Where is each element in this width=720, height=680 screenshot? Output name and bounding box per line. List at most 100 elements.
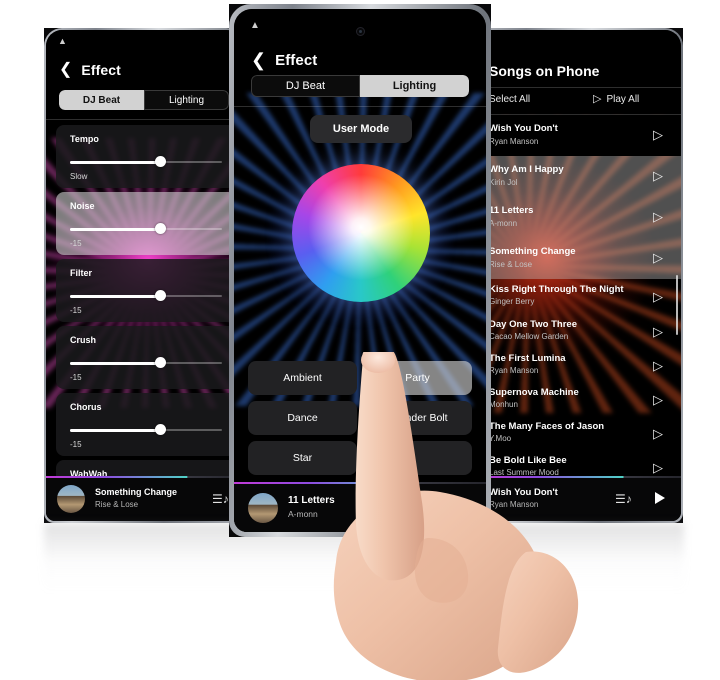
song-row[interactable]: The Many Faces of Jason Y.Moo ▷	[475, 417, 681, 451]
song-title: Supernova Machine	[489, 387, 579, 398]
playlist-icon[interactable]: ☰♪	[615, 493, 632, 505]
screenshot-stage: ▲ ❮ Effect DJ Beat Lighting Tempo Slow N…	[0, 0, 720, 680]
scrollbar-thumb[interactable]	[676, 275, 678, 335]
mode-button-thunder-bolt[interactable]: Thunder Bolt	[363, 401, 472, 435]
play-icon[interactable]: ▷	[653, 325, 663, 338]
effect-value: -15	[70, 306, 82, 315]
slider-knob[interactable]	[155, 424, 166, 435]
song-artist: Rise & Lose	[489, 260, 533, 269]
right-title-divider	[475, 87, 681, 88]
slider-fill	[70, 361, 160, 365]
effect-value: -15	[70, 440, 82, 449]
song-artist: A-monn	[489, 219, 518, 228]
mode-button-empty[interactable]	[363, 441, 472, 475]
play-icon[interactable]: ▷	[653, 393, 663, 406]
play-icon[interactable]: ▷	[653, 359, 663, 372]
effect-value: Slow	[70, 172, 88, 181]
center-tab-lighting[interactable]: Lighting	[360, 75, 469, 97]
play-icon[interactable]: ▷	[653, 251, 663, 264]
play-icon[interactable]	[459, 500, 470, 514]
left-tab-dj-beat[interactable]: DJ Beat	[59, 90, 144, 110]
mode-button-party[interactable]: Party	[363, 361, 472, 395]
left-progress-bar[interactable]	[46, 476, 242, 478]
mode-button-star[interactable]: Star	[248, 441, 357, 475]
play-icon: ▷	[593, 93, 602, 105]
effect-card-noise[interactable]: Noise -15	[56, 192, 236, 255]
lighting-mode-grid: Ambient Party Dance Thunder Bolt Star	[248, 361, 472, 475]
song-artist: Ryan Manson	[489, 137, 539, 146]
center-page-title: Effect	[275, 51, 318, 69]
center-tab-dj-beat[interactable]: DJ Beat	[251, 75, 360, 97]
effect-label: Filter	[70, 268, 93, 278]
slider-fill	[70, 160, 160, 164]
song-title: Kiss Right Through The Night	[489, 284, 624, 295]
slider-knob[interactable]	[155, 223, 166, 234]
play-icon[interactable]: ▷	[653, 169, 663, 182]
center-now-playing-bar[interactable]: 11 Letters A-monn	[234, 482, 486, 532]
play-icon[interactable]: ▷	[653, 128, 663, 141]
left-app-bar: ❮ Effect	[59, 60, 242, 80]
mode-button-ambient[interactable]: Ambient	[248, 361, 357, 395]
back-chevron-icon[interactable]: ❮	[59, 62, 72, 78]
slider-fill	[70, 294, 160, 298]
song-row[interactable]: Supernova Machine Monhun ▷	[475, 383, 681, 417]
color-wheel[interactable]	[292, 164, 430, 302]
song-row[interactable]: Wish You Don't Ryan Manson ▷	[475, 115, 681, 156]
center-header-divider	[234, 106, 486, 107]
right-now-playing-bar[interactable]: Wish You Don't Ryan Manson ☰♪	[475, 476, 681, 521]
song-row[interactable]: 11 Letters A-monn ▷	[475, 197, 681, 238]
right-phone: Songs on Phone Select All ▷ Play All Wis…	[473, 28, 683, 523]
play-all-label: Play All	[606, 94, 640, 105]
center-progress-bar[interactable]	[234, 482, 486, 484]
song-row[interactable]: Kiss Right Through The Night Ginger Berr…	[475, 279, 681, 315]
user-mode-button[interactable]: User Mode	[310, 115, 412, 143]
right-now-playing-title: Wish You Don't	[489, 487, 558, 498]
front-camera-icon	[356, 27, 365, 36]
slider-knob[interactable]	[155, 290, 166, 301]
slider-knob[interactable]	[155, 156, 166, 167]
mode-button-dance[interactable]: Dance	[248, 401, 357, 435]
left-phone: ▲ ❮ Effect DJ Beat Lighting Tempo Slow N…	[44, 28, 244, 523]
left-tab-group: DJ Beat Lighting	[59, 90, 229, 110]
effect-card-crush[interactable]: Crush -15	[56, 326, 236, 389]
song-title: Day One Two Three	[489, 319, 577, 330]
play-icon[interactable]: ▷	[653, 210, 663, 223]
play-icon[interactable]: ▷	[653, 461, 663, 474]
album-art	[248, 493, 278, 523]
song-title: 11 Letters	[489, 205, 534, 216]
song-artist: Cacao Mellow Garden	[489, 332, 569, 341]
song-row[interactable]: Day One Two Three Cacao Mellow Garden ▷	[475, 315, 681, 349]
song-row[interactable]: The First Lumina Ryan Manson ▷	[475, 349, 681, 383]
song-row[interactable]: Why Am I Happy Kirin Jol ▷	[475, 156, 681, 197]
play-all-button[interactable]: ▷ Play All	[593, 93, 640, 106]
song-title: Something Change	[489, 246, 576, 257]
effect-card-tempo[interactable]: Tempo Slow	[56, 125, 236, 188]
center-app-bar: ❮ Effect	[251, 49, 486, 71]
slider-knob[interactable]	[155, 357, 166, 368]
song-title: The First Lumina	[489, 353, 566, 364]
right-phone-screen: Songs on Phone Select All ▷ Play All Wis…	[475, 30, 681, 521]
play-icon[interactable]	[655, 492, 665, 504]
slider-fill	[70, 428, 160, 432]
left-header-divider	[46, 119, 242, 120]
back-chevron-icon[interactable]: ❮	[251, 51, 266, 69]
effect-label: Crush	[70, 335, 97, 345]
song-row[interactable]: Something Change Rise & Lose ▷	[475, 238, 681, 279]
effect-label: Tempo	[70, 134, 99, 144]
right-now-playing-artist: Ryan Manson	[489, 500, 539, 509]
right-page-title: Songs on Phone	[489, 63, 600, 79]
album-art	[57, 485, 85, 513]
left-page-title: Effect	[81, 62, 121, 78]
center-tab-group: DJ Beat Lighting	[251, 75, 469, 97]
effect-card-filter[interactable]: Filter -15	[56, 259, 236, 322]
left-now-playing-bar[interactable]: Something Change Rise & Lose ☰♪	[46, 476, 242, 521]
effect-card-chorus[interactable]: Chorus -15	[56, 393, 236, 456]
right-progress-bar[interactable]	[475, 476, 681, 478]
select-all-button[interactable]: Select All	[489, 94, 530, 105]
left-tab-lighting[interactable]: Lighting	[144, 90, 229, 110]
effect-value: -15	[70, 239, 82, 248]
left-now-playing-title: Something Change	[95, 487, 178, 497]
play-icon[interactable]: ▷	[653, 290, 663, 303]
play-icon[interactable]: ▷	[653, 427, 663, 440]
playlist-icon[interactable]: ☰♪	[212, 493, 229, 505]
